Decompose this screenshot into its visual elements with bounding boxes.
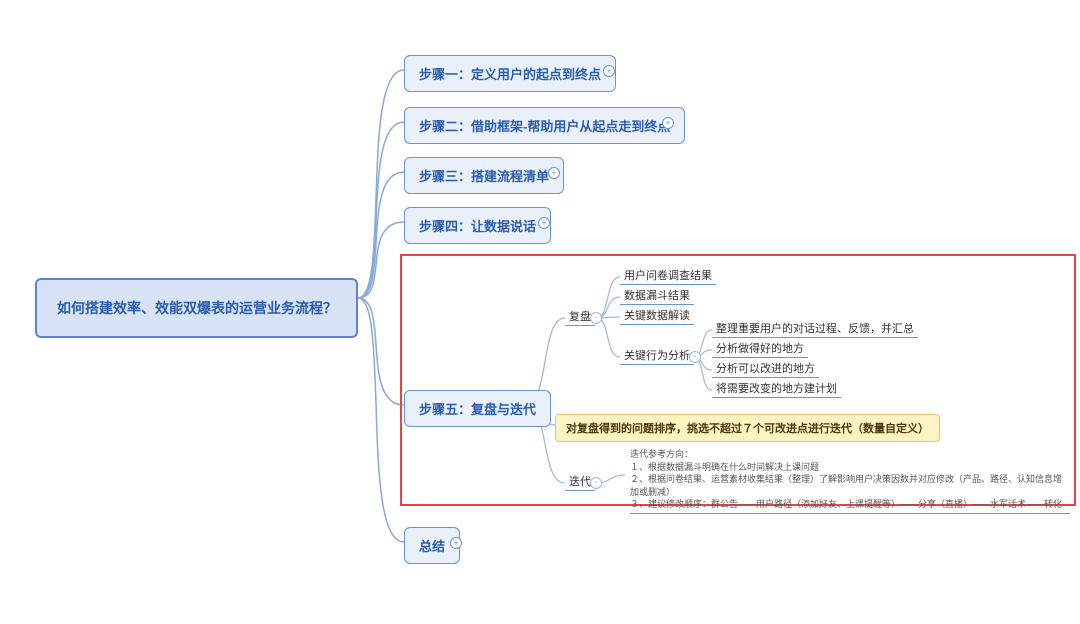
step4-label: 步骤四：让数据说话	[419, 216, 536, 235]
collapse-icon[interactable]: -	[590, 477, 602, 489]
expand-icon[interactable]: +	[603, 65, 615, 77]
a4-child-b4[interactable]: 将需要改变的地方建计划	[712, 380, 841, 398]
a4-child-b3[interactable]: 分析可以改进的地方	[712, 360, 819, 378]
diedai-title: 迭代参考方向：	[630, 448, 1070, 461]
step1-label: 步骤一：定义用户的起点到终点	[419, 64, 601, 83]
step2-label: 步骤二：借助框架-帮助用户从起点走到终点	[419, 116, 670, 135]
expand-icon[interactable]: +	[662, 117, 674, 129]
diedai-line1: １、根据数据漏斗明确在什么时间解决上课问题	[630, 461, 1070, 474]
step4-node[interactable]: 步骤四：让数据说话	[404, 207, 551, 244]
expand-icon[interactable]: +	[548, 167, 560, 179]
root-label: 如何搭建效率、效能双爆表的运营业务流程？	[57, 298, 337, 318]
summary-label: 总结	[419, 536, 445, 555]
fupan-child-a2[interactable]: 数据漏斗结果	[620, 287, 694, 305]
root-node[interactable]: 如何搭建效率、效能双爆表的运营业务流程？	[35, 278, 358, 338]
collapse-icon[interactable]: -	[689, 351, 701, 363]
fupan-child-a1[interactable]: 用户问卷调查结果	[620, 267, 716, 285]
expand-icon[interactable]: +	[450, 537, 462, 549]
step1-node[interactable]: 步骤一：定义用户的起点到终点	[404, 55, 616, 92]
fupan-child-a4[interactable]: 关键行为分析	[620, 347, 694, 365]
collapse-icon[interactable]: -	[590, 312, 602, 324]
step3-node[interactable]: 步骤三：搭建流程清单	[404, 157, 564, 194]
a4-child-b2[interactable]: 分析做得好的地方	[712, 340, 808, 358]
diedai-line2: ２、根据问卷结果、运营素材收集结果（整理）了解影响用户决策因数并对应修改（产品、…	[630, 473, 1070, 498]
expand-icon[interactable]: +	[538, 217, 550, 229]
a4-child-b1[interactable]: 整理重要用户的对话过程、反馈，并汇总	[712, 320, 918, 338]
diedai-textblock: 迭代参考方向： １、根据数据漏斗明确在什么时间解决上课问题 ２、根据问卷结果、运…	[630, 448, 1070, 514]
highlight-callout[interactable]: 对复盘得到的问题排序，挑选不超过７个可改进点进行迭代（数量自定义）	[555, 414, 940, 442]
diedai-line3: ３、建议修改顺序：群公告——用户路径（添加好友、上课提醒等）——分享（直播）——…	[630, 498, 1070, 511]
step2-node[interactable]: 步骤二：借助框架-帮助用户从起点走到终点	[404, 107, 685, 144]
fupan-child-a3[interactable]: 关键数据解读	[620, 307, 694, 325]
step3-label: 步骤三：搭建流程清单	[419, 166, 549, 185]
